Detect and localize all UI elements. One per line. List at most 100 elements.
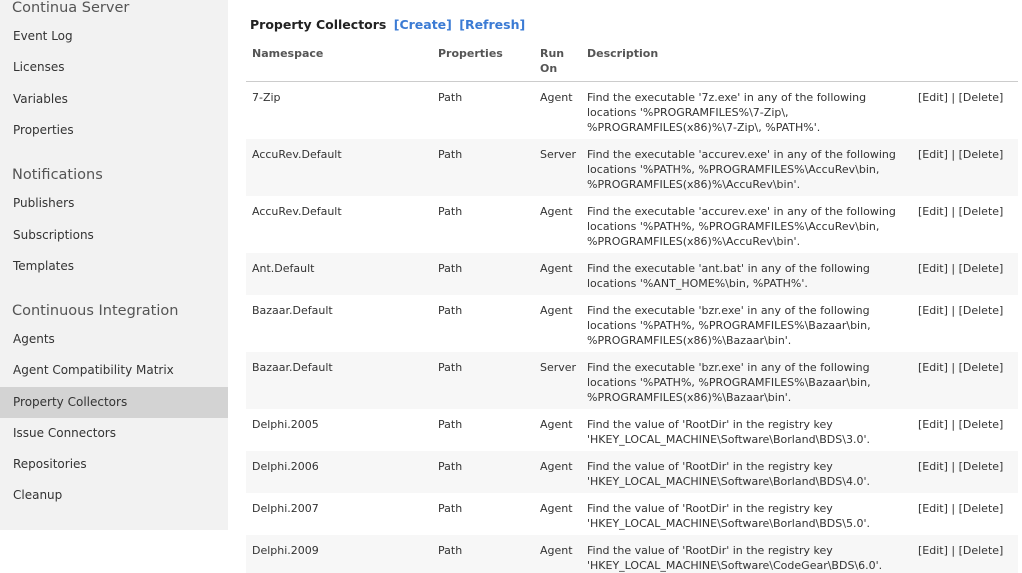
sidebar-item-variables[interactable]: Variables [0, 84, 228, 115]
cell-description: Find the executable 'ant.bat' in any of … [587, 262, 870, 290]
sidebar-item-issue-connectors[interactable]: Issue Connectors [0, 418, 228, 449]
cell-properties: Path [438, 544, 463, 557]
cell-properties: Path [438, 205, 463, 218]
create-link[interactable]: [Create] [394, 17, 452, 32]
sidebar-item-licenses[interactable]: Licenses [0, 52, 228, 83]
edit-link[interactable]: [Edit] [918, 361, 948, 374]
row-actions: [Edit] | [Delete] [918, 261, 1003, 276]
sidebar: Continua Server Event Log Licenses Varia… [0, 0, 228, 530]
cell-namespace: Ant.Default [252, 262, 315, 275]
edit-link[interactable]: [Edit] [918, 262, 948, 275]
edit-link[interactable]: [Edit] [918, 91, 948, 104]
delete-link[interactable]: [Delete] [959, 91, 1004, 104]
table-row: Bazaar.Default Path Server Find the exec… [246, 352, 1018, 409]
column-header-run-on-line1: Run [540, 47, 565, 60]
table-row: Delphi.2009 Path Agent Find the value of… [246, 535, 1018, 573]
delete-link[interactable]: [Delete] [959, 262, 1004, 275]
cell-run-on: Agent [540, 460, 573, 473]
action-separator: | [947, 460, 959, 473]
cell-properties: Path [438, 262, 463, 275]
cell-namespace: Delphi.2005 [252, 418, 319, 431]
cell-description: Find the executable 'bzr.exe' in any of … [587, 304, 871, 347]
table-row: Delphi.2006 Path Agent Find the value of… [246, 451, 1018, 493]
cell-description: Find the value of 'RootDir' in the regis… [587, 418, 870, 446]
edit-link[interactable]: [Edit] [918, 148, 948, 161]
sidebar-item-publishers[interactable]: Publishers [0, 188, 228, 219]
column-header-description[interactable]: Description [587, 46, 658, 61]
action-separator: | [947, 304, 959, 317]
section-title-continua-server: Continua Server [12, 0, 130, 16]
cell-description: Find the executable 'accurev.exe' in any… [587, 205, 896, 248]
sidebar-item-cleanup[interactable]: Cleanup [0, 480, 228, 511]
cell-run-on: Agent [540, 502, 573, 515]
edit-link[interactable]: [Edit] [918, 544, 948, 557]
cell-namespace: Delphi.2006 [252, 460, 319, 473]
cell-description: Find the executable '7z.exe' in any of t… [587, 91, 867, 134]
column-header-properties[interactable]: Properties [438, 46, 503, 61]
sidebar-item-properties[interactable]: Properties [0, 115, 228, 146]
sidebar-item-event-log[interactable]: Event Log [0, 21, 228, 52]
edit-link[interactable]: [Edit] [918, 304, 948, 317]
edit-link[interactable]: [Edit] [918, 418, 948, 431]
sidebar-item-subscriptions[interactable]: Subscriptions [0, 220, 228, 251]
cell-description: Find the value of 'RootDir' in the regis… [587, 460, 870, 488]
table-row: AccuRev.Default Path Agent Find the exec… [246, 196, 1018, 253]
row-actions: [Edit] | [Delete] [918, 417, 1003, 432]
table-row: Delphi.2007 Path Agent Find the value of… [246, 493, 1018, 535]
table-row: Bazaar.Default Path Agent Find the execu… [246, 295, 1018, 352]
cell-description: Find the executable 'bzr.exe' in any of … [587, 361, 871, 404]
sidebar-item-property-collectors[interactable]: Property Collectors [0, 387, 228, 418]
cell-run-on: Agent [540, 262, 573, 275]
action-separator: | [947, 205, 959, 218]
cell-namespace: Delphi.2009 [252, 544, 319, 557]
page-title: Property Collectors [250, 17, 387, 32]
delete-link[interactable]: [Delete] [959, 418, 1004, 431]
section-title-notifications: Notifications [12, 167, 103, 183]
action-separator: | [947, 544, 959, 557]
row-actions: [Edit] | [Delete] [918, 303, 1003, 318]
delete-link[interactable]: [Delete] [959, 502, 1004, 515]
column-header-namespace[interactable]: Namespace [252, 46, 323, 61]
cell-run-on: Server [540, 148, 577, 161]
delete-link[interactable]: [Delete] [959, 460, 1004, 473]
delete-link[interactable]: [Delete] [959, 361, 1004, 374]
delete-link[interactable]: [Delete] [959, 544, 1004, 557]
row-actions: [Edit] | [Delete] [918, 459, 1003, 474]
sidebar-item-agent-compatibility-matrix[interactable]: Agent Compatibility Matrix [0, 355, 228, 386]
cell-run-on: Agent [540, 304, 573, 317]
action-separator: | [947, 502, 959, 515]
delete-link[interactable]: [Delete] [959, 304, 1004, 317]
row-actions: [Edit] | [Delete] [918, 543, 1003, 558]
cell-namespace: Delphi.2007 [252, 502, 319, 515]
cell-run-on: Server [540, 361, 577, 374]
sidebar-item-agents[interactable]: Agents [0, 324, 228, 355]
edit-link[interactable]: [Edit] [918, 502, 948, 515]
cell-properties: Path [438, 502, 463, 515]
table-row: Delphi.2005 Path Agent Find the value of… [246, 409, 1018, 451]
action-separator: | [947, 148, 959, 161]
cell-properties: Path [438, 304, 463, 317]
main-content: Property Collectors [Create] [Refresh] N… [246, 0, 1018, 573]
section-title-continuous-integration: Continuous Integration [12, 303, 179, 319]
refresh-link[interactable]: [Refresh] [459, 17, 525, 32]
cell-run-on: Agent [540, 544, 573, 557]
cell-namespace: AccuRev.Default [252, 205, 342, 218]
cell-properties: Path [438, 148, 463, 161]
action-separator: | [947, 418, 959, 431]
edit-link[interactable]: [Edit] [918, 205, 948, 218]
table-row: 7-Zip Path Agent Find the executable '7z… [246, 82, 1018, 139]
delete-link[interactable]: [Delete] [959, 148, 1004, 161]
sidebar-item-repositories[interactable]: Repositories [0, 449, 228, 480]
edit-link[interactable]: [Edit] [918, 460, 948, 473]
cell-namespace: Bazaar.Default [252, 304, 333, 317]
sidebar-item-templates[interactable]: Templates [0, 251, 228, 282]
delete-link[interactable]: [Delete] [959, 205, 1004, 218]
cell-namespace: AccuRev.Default [252, 148, 342, 161]
cell-description: Find the value of 'RootDir' in the regis… [587, 502, 870, 530]
cell-namespace: Bazaar.Default [252, 361, 333, 374]
column-header-run-on[interactable]: Run On [540, 46, 564, 76]
action-separator: | [947, 361, 959, 374]
row-actions: [Edit] | [Delete] [918, 147, 1003, 162]
action-separator: | [947, 91, 959, 104]
row-actions: [Edit] | [Delete] [918, 204, 1003, 219]
